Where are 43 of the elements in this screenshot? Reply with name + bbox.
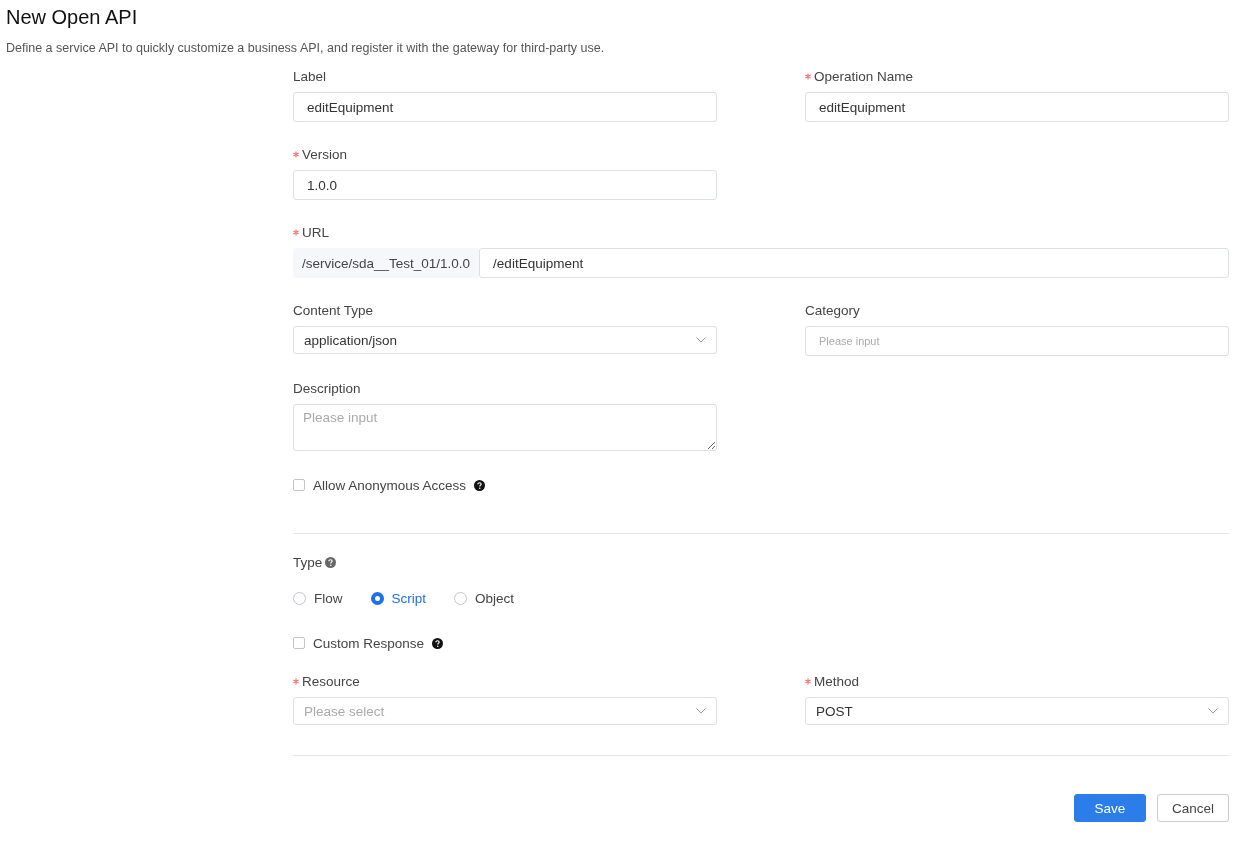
select-field[interactable]: POST bbox=[805, 697, 1229, 725]
required-asterisk-icon bbox=[293, 228, 299, 236]
field-label: Content Type bbox=[293, 302, 374, 318]
radio-label: Flow bbox=[314, 590, 343, 606]
field-label: Type bbox=[293, 554, 323, 570]
field-label: Version bbox=[302, 146, 348, 162]
help-icon[interactable] bbox=[474, 479, 486, 491]
field-label: URL bbox=[302, 224, 329, 240]
checkbox[interactable] bbox=[293, 637, 305, 649]
chevron-down-icon bbox=[1208, 708, 1218, 714]
page-title: New Open API bbox=[6, 5, 139, 30]
radio-label: Object bbox=[475, 590, 515, 606]
required-asterisk-icon bbox=[805, 677, 811, 685]
page-description: Define a service API to quickly customize a business API, and register it with the gateway for third-party use. bbox=[6, 40, 606, 56]
required-asterisk-icon bbox=[805, 72, 811, 80]
field-label: Resource bbox=[302, 673, 360, 689]
text-field[interactable]: editEquipment bbox=[293, 92, 717, 122]
url-path-field[interactable]: /editEquipment bbox=[479, 248, 1229, 278]
required-asterisk-icon bbox=[293, 677, 299, 685]
checkbox-label: Custom Response bbox=[313, 635, 425, 651]
radio-label: Script bbox=[391, 590, 427, 606]
save-button[interactable]: Save bbox=[1074, 794, 1146, 822]
checkbox[interactable] bbox=[293, 479, 305, 491]
required-asterisk-icon bbox=[293, 150, 299, 158]
text-field[interactable]: editEquipment bbox=[805, 92, 1229, 122]
field-label: Description bbox=[293, 380, 361, 396]
text-field[interactable]: 1.0.0 bbox=[293, 170, 717, 200]
chevron-down-icon bbox=[696, 708, 706, 714]
cancel-button[interactable]: Cancel bbox=[1157, 794, 1229, 822]
textarea-field[interactable]: Please input bbox=[293, 404, 717, 451]
radio-button[interactable] bbox=[293, 591, 306, 605]
field-label: Label bbox=[293, 68, 327, 84]
text-field[interactable]: Please input bbox=[805, 326, 1229, 356]
help-icon[interactable] bbox=[432, 637, 444, 649]
select-field[interactable]: application/json bbox=[293, 326, 717, 354]
field-label: Operation Name bbox=[814, 68, 914, 84]
url-prefix: /service/sda__Test_01/1.0.0 bbox=[293, 248, 480, 278]
radio-button[interactable] bbox=[454, 591, 468, 605]
radio-button[interactable] bbox=[370, 591, 384, 605]
field-label: Method bbox=[814, 673, 860, 689]
field-label: Category bbox=[805, 302, 860, 318]
chevron-down-icon bbox=[696, 337, 706, 343]
checkbox-label: Allow Anonymous Access bbox=[313, 477, 467, 493]
